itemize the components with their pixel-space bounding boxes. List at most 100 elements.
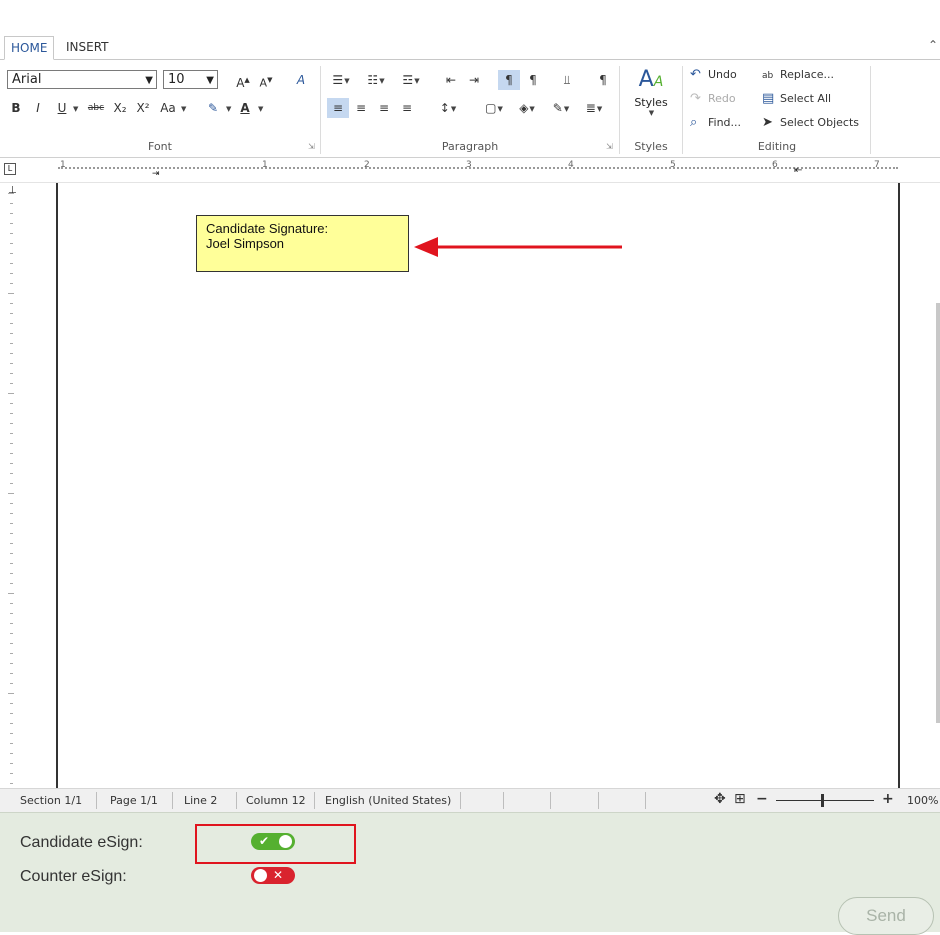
select-all-button[interactable]: ▤ Select All	[762, 90, 831, 108]
dialog-launcher-icon[interactable]: ⇲	[606, 142, 613, 151]
border-color-icon[interactable]: ✎▼	[546, 98, 576, 118]
ruler-tick	[10, 753, 13, 754]
font-color-icon[interactable]: A	[236, 98, 254, 118]
borders-icon[interactable]: ▢▼	[480, 98, 508, 118]
shading-icon[interactable]: ◈▼	[512, 98, 542, 118]
status-language[interactable]: English (United States)	[325, 794, 451, 807]
ruler-tick	[10, 473, 13, 474]
align-left-icon[interactable]: ≡	[327, 98, 349, 118]
ruler-tick	[10, 333, 13, 334]
candidate-signature-box[interactable]: Candidate Signature: Joel Simpson	[196, 215, 409, 272]
font-size-select[interactable]: 10 ▼	[163, 70, 218, 89]
ruler-tick	[10, 563, 13, 564]
fit-width-icon[interactable]: ⊞	[734, 791, 746, 807]
top-margin-marker-icon[interactable]: ⊥	[8, 185, 17, 196]
close-icon: ✕	[273, 868, 284, 882]
strikethrough-button[interactable]: abc	[84, 98, 108, 118]
ruler-tick	[10, 763, 13, 764]
font-family-select[interactable]: Arial ▼	[7, 70, 157, 89]
change-case-button[interactable]: Aa	[157, 98, 179, 118]
ruler-tick	[10, 223, 13, 224]
ltr-paragraph-icon[interactable]: ¶	[498, 70, 520, 90]
ruler-tick	[10, 213, 13, 214]
numbering-icon[interactable]: ☷▼	[362, 70, 390, 90]
undo-button[interactable]: ↶ Undo	[690, 66, 737, 84]
zoom-slider-thumb[interactable]	[821, 794, 824, 807]
ruler-number: 1	[262, 160, 268, 170]
ruler-tick	[10, 343, 13, 344]
ruler-tick	[10, 703, 13, 704]
border-style-icon[interactable]: ≣▼	[580, 98, 608, 118]
line-spacing-icon[interactable]: ↕▼	[434, 98, 462, 118]
left-indent-marker-icon[interactable]: ⇥	[152, 169, 160, 179]
rtl-paragraph-icon[interactable]: ¶	[524, 70, 542, 90]
chevron-down-icon[interactable]: ▼	[73, 105, 78, 113]
document-page[interactable]: Candidate Signature: Joel Simpson	[56, 183, 900, 788]
tab-insert[interactable]: INSERT	[60, 36, 115, 60]
italic-button[interactable]: I	[29, 98, 47, 118]
collapse-ribbon-icon[interactable]: ⌃	[928, 38, 938, 52]
ruler-tick	[10, 783, 13, 784]
dialog-launcher-icon[interactable]: ⇲	[308, 142, 315, 151]
chevron-down-icon[interactable]: ▼	[181, 105, 186, 113]
font-size-value: 10	[168, 72, 185, 87]
select-all-icon: ▤	[762, 91, 775, 106]
align-right-icon[interactable]: ≡	[374, 98, 394, 118]
ruler-tick	[10, 683, 13, 684]
send-button[interactable]: Send	[838, 897, 934, 935]
status-divider	[550, 792, 551, 809]
subscript-button[interactable]: X₂	[110, 98, 130, 118]
ruler-tick	[10, 643, 13, 644]
align-center-icon[interactable]: ≡	[351, 98, 371, 118]
vertical-scrollbar[interactable]	[900, 183, 940, 788]
tab-home[interactable]: HOME	[4, 36, 55, 60]
multilevel-list-icon[interactable]: ☲▼	[397, 70, 425, 90]
ruler-tick	[10, 423, 13, 424]
styles-button[interactable]: AA Styles ▼	[628, 66, 674, 134]
styles-group-label: Styles	[634, 140, 668, 153]
signature-name: Joel Simpson	[206, 236, 285, 251]
redo-label: Redo	[708, 92, 736, 105]
right-indent-marker-icon[interactable]: ⇤	[794, 165, 802, 176]
document-area[interactable]: Candidate Signature: Joel Simpson	[22, 183, 940, 788]
toggle-knob	[254, 869, 267, 882]
zoom-out-icon[interactable]: −	[756, 791, 768, 807]
superscript-button[interactable]: X²	[133, 98, 153, 118]
bullets-icon[interactable]: ☰▼	[328, 70, 354, 90]
find-button[interactable]: ⌕ Find...	[690, 114, 741, 132]
ruler-tick	[10, 733, 13, 734]
replace-button[interactable]: ab Replace...	[762, 66, 834, 84]
tab-stop-selector-icon[interactable]: L	[4, 163, 16, 175]
status-divider	[314, 792, 315, 809]
select-objects-button[interactable]: ➤ Select Objects	[762, 114, 859, 132]
ruler-tick	[10, 553, 13, 554]
justify-icon[interactable]: ≡	[397, 98, 417, 118]
ruler-number: 1	[60, 160, 66, 170]
counter-esign-toggle[interactable]: ✕	[251, 867, 295, 884]
increase-indent-icon[interactable]: ⇥	[465, 70, 483, 90]
bold-button[interactable]: B	[7, 98, 25, 118]
ruler-tick	[10, 673, 13, 674]
font-family-value: Arial	[12, 72, 42, 87]
decrease-indent-icon[interactable]: ⇤	[442, 70, 460, 90]
underline-button[interactable]: U	[53, 98, 71, 118]
zoom-slider[interactable]	[776, 800, 874, 801]
grow-font-button[interactable]: A▲	[234, 70, 252, 90]
ruler-tick	[10, 653, 13, 654]
shrink-font-button[interactable]: A▼	[257, 70, 275, 90]
ruler-tick	[10, 523, 13, 524]
chevron-down-icon[interactable]: ▼	[226, 105, 231, 113]
clear-format-button[interactable]: A	[290, 70, 312, 90]
redo-button[interactable]: ↷ Redo	[690, 90, 736, 108]
chevron-down-icon[interactable]: ▼	[258, 105, 263, 113]
status-divider	[236, 792, 237, 809]
sort-icon[interactable]: ⫫	[558, 70, 576, 90]
ruler-number: 2	[364, 160, 370, 170]
show-marks-icon[interactable]: ¶	[594, 70, 612, 90]
fit-page-icon[interactable]: ✥	[714, 791, 726, 807]
highlight-color-icon[interactable]: ✎	[202, 98, 224, 118]
horizontal-ruler[interactable]: L 1 1 2 3 4 5 6 7 ⇥ ⇤	[0, 159, 940, 183]
scrollbar-thumb[interactable]	[936, 303, 940, 723]
ruler-tick	[10, 323, 13, 324]
zoom-in-icon[interactable]: +	[882, 791, 894, 807]
